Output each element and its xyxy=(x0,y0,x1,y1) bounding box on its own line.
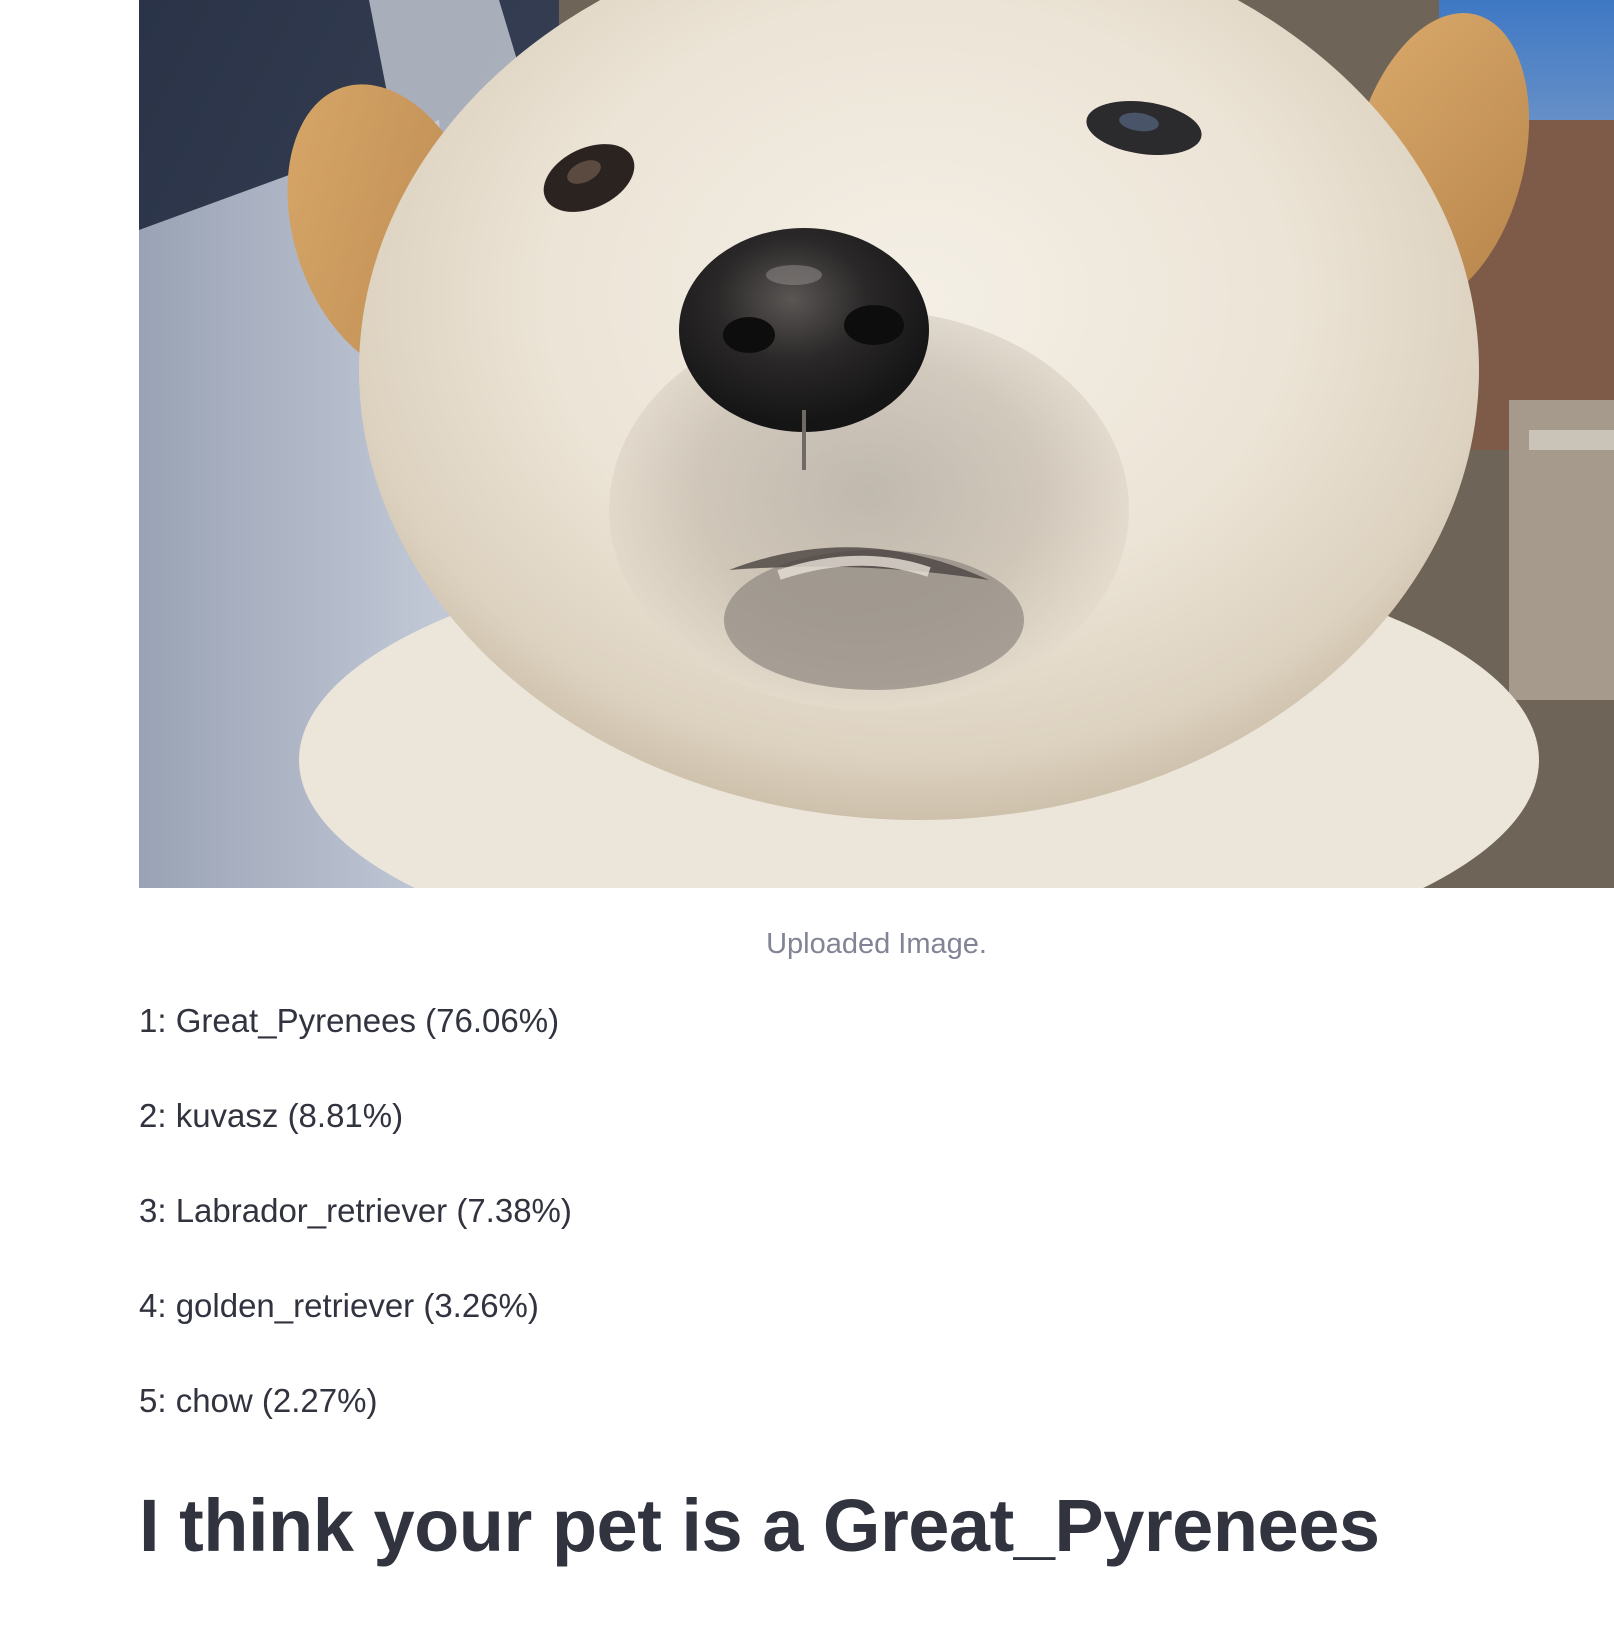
prediction-item: 1: Great_Pyrenees (76.06%) xyxy=(139,1002,560,1039)
image-caption: Uploaded Image. xyxy=(766,928,987,960)
main-content: Uploaded Image. 1: Great_Pyrenees (76.06… xyxy=(139,0,1614,1613)
verdict-heading: I think your pet is a Great_Pyrenees xyxy=(139,1484,1380,1567)
prediction-item: 2: kuvasz (8.81%) xyxy=(139,1097,404,1134)
prediction-item: 5: chow (2.27%) xyxy=(139,1382,378,1419)
uploaded-image xyxy=(139,0,1614,888)
prediction-item: 4: golden_retriever (3.26%) xyxy=(139,1287,539,1324)
prediction-list: 1: Great_Pyrenees (76.06%) 2: kuvasz (8.… xyxy=(139,1001,1614,1421)
puppy-photo xyxy=(139,0,1614,888)
prediction-item: 3: Labrador_retriever (7.38%) xyxy=(139,1192,572,1229)
